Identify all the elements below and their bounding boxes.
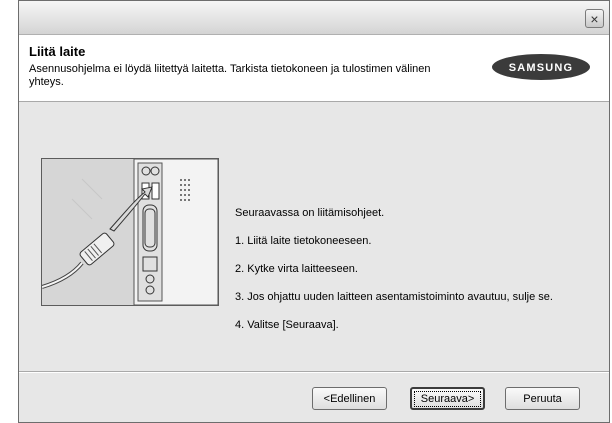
next-button[interactable]: Seuraava>: [410, 387, 485, 410]
title-bar: ×: [19, 1, 609, 35]
close-icon: ×: [590, 10, 599, 27]
instruction-step: 1. Liitä laite tietokoneeseen.: [235, 235, 372, 247]
instructions-intro: Seuraavassa on liitämisohjeet.: [235, 207, 385, 219]
instruction-step: 4. Valitse [Seuraava].: [235, 319, 339, 331]
dialog-header: Liitä laite Asennusohjelma ei löydä liit…: [19, 35, 609, 102]
connection-illustration: [41, 158, 219, 306]
instruction-step: 2. Kytke virta laitteeseen.: [235, 263, 358, 275]
close-button[interactable]: ×: [585, 9, 604, 28]
samsung-logo: SAMSUNG: [492, 54, 590, 80]
installer-dialog: × Liitä laite Asennusohjelma ei löydä li…: [18, 0, 610, 423]
button-separator: [19, 371, 609, 373]
back-button-label: <Edellinen: [323, 392, 376, 405]
page-description: Asennusohjelma ei löydä liitettyä laitet…: [29, 63, 431, 88]
instruction-step: 3. Jos ohjattu uuden laitteen asentamist…: [235, 291, 553, 303]
dialog-content: Seuraavassa on liitämisohjeet. 1. Liitä …: [19, 102, 609, 370]
back-button[interactable]: <Edellinen: [312, 387, 387, 410]
cancel-button[interactable]: Peruuta: [505, 387, 580, 410]
logo-text: SAMSUNG: [509, 62, 574, 74]
cancel-button-label: Peruuta: [523, 392, 562, 405]
page-title: Liitä laite: [29, 44, 86, 59]
next-button-label: Seuraava>: [413, 390, 482, 407]
pc-port-illustration: [42, 159, 218, 305]
